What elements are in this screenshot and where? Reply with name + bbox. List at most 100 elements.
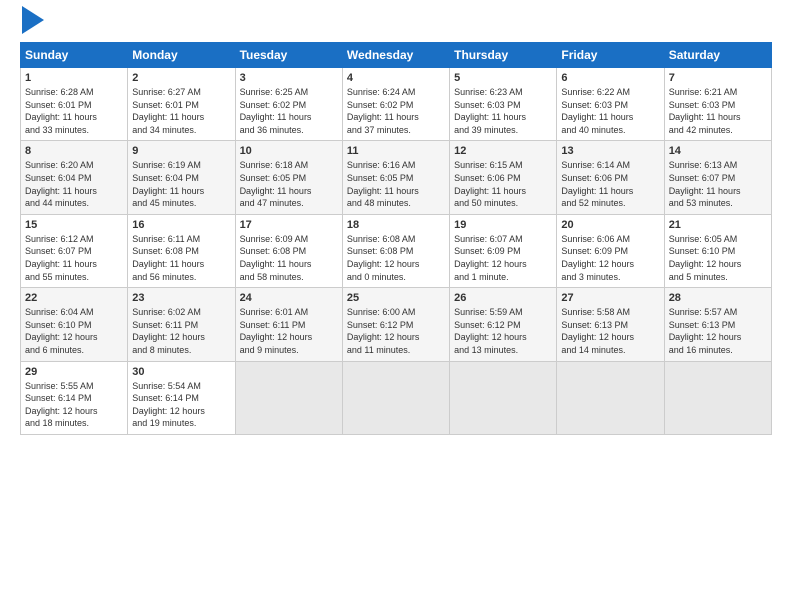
- calendar-header-row: Sunday Monday Tuesday Wednesday Thursday…: [21, 43, 772, 68]
- day-number: 27: [561, 292, 659, 304]
- logo: [20, 16, 44, 34]
- day-number: 3: [240, 72, 338, 84]
- col-wednesday: Wednesday: [342, 43, 449, 68]
- day-number: 28: [669, 292, 767, 304]
- day-info: Sunrise: 6:08 AMSunset: 6:08 PMDaylight:…: [347, 233, 445, 283]
- calendar-cell: 3 Sunrise: 6:25 AMSunset: 6:02 PMDaylight…: [235, 68, 342, 141]
- col-thursday: Thursday: [450, 43, 557, 68]
- day-info: Sunrise: 6:06 AMSunset: 6:09 PMDaylight:…: [561, 233, 659, 283]
- day-number: 18: [347, 219, 445, 231]
- calendar-cell: [235, 361, 342, 434]
- day-info: Sunrise: 6:28 AMSunset: 6:01 PMDaylight:…: [25, 86, 123, 136]
- day-info: Sunrise: 6:20 AMSunset: 6:04 PMDaylight:…: [25, 159, 123, 209]
- col-saturday: Saturday: [664, 43, 771, 68]
- calendar-cell: 16 Sunrise: 6:11 AMSunset: 6:08 PMDayligh…: [128, 214, 235, 287]
- day-info: Sunrise: 6:18 AMSunset: 6:05 PMDaylight:…: [240, 159, 338, 209]
- day-number: 24: [240, 292, 338, 304]
- calendar-cell: 11Sunrise: 6:16 AMSunset: 6:05 PMDayligh…: [342, 141, 449, 214]
- calendar-cell: [664, 361, 771, 434]
- day-number: 14: [669, 145, 767, 157]
- day-number: 30: [132, 366, 230, 378]
- calendar-cell: 21 Sunrise: 6:05 AMSunset: 6:10 PMDayligh…: [664, 214, 771, 287]
- day-info: Sunrise: 5:58 AMSunset: 6:13 PMDaylight:…: [561, 306, 659, 356]
- header: [20, 16, 772, 34]
- day-info: Sunrise: 6:15 AMSunset: 6:06 PMDaylight:…: [454, 159, 552, 209]
- col-monday: Monday: [128, 43, 235, 68]
- day-info: Sunrise: 5:57 AMSunset: 6:13 PMDaylight:…: [669, 306, 767, 356]
- day-number: 5: [454, 72, 552, 84]
- page: Sunday Monday Tuesday Wednesday Thursday…: [0, 0, 792, 612]
- day-number: 26: [454, 292, 552, 304]
- calendar: Sunday Monday Tuesday Wednesday Thursday…: [20, 42, 772, 435]
- calendar-cell: 13 Sunrise: 6:14 AMSunset: 6:06 PMDayligh…: [557, 141, 664, 214]
- calendar-cell: 15 Sunrise: 6:12 AMSunset: 6:07 PMDayligh…: [21, 214, 128, 287]
- calendar-cell: 28 Sunrise: 5:57 AMSunset: 6:13 PMDayligh…: [664, 288, 771, 361]
- day-info: Sunrise: 6:00 AMSunset: 6:12 PMDaylight:…: [347, 306, 445, 356]
- day-info: Sunrise: 5:55 AMSunset: 6:14 PMDaylight:…: [25, 380, 123, 430]
- day-number: 23: [132, 292, 230, 304]
- day-number: 2: [132, 72, 230, 84]
- day-number: 15: [25, 219, 123, 231]
- day-number: 6: [561, 72, 659, 84]
- day-number: 1: [25, 72, 123, 84]
- day-number: 10: [240, 145, 338, 157]
- calendar-cell: 18 Sunrise: 6:08 AMSunset: 6:08 PMDayligh…: [342, 214, 449, 287]
- day-info: Sunrise: 6:05 AMSunset: 6:10 PMDaylight:…: [669, 233, 767, 283]
- day-info: Sunrise: 6:14 AMSunset: 6:06 PMDaylight:…: [561, 159, 659, 209]
- calendar-cell: 17 Sunrise: 6:09 AMSunset: 6:08 PMDayligh…: [235, 214, 342, 287]
- day-number: 29: [25, 366, 123, 378]
- col-tuesday: Tuesday: [235, 43, 342, 68]
- calendar-cell: 26 Sunrise: 5:59 AMSunset: 6:12 PMDayligh…: [450, 288, 557, 361]
- calendar-week-5: 29 Sunrise: 5:55 AMSunset: 6:14 PMDayligh…: [21, 361, 772, 434]
- calendar-cell: 27 Sunrise: 5:58 AMSunset: 6:13 PMDayligh…: [557, 288, 664, 361]
- day-number: 4: [347, 72, 445, 84]
- calendar-cell: 30Sunrise: 5:54 AMSunset: 6:14 PMDayligh…: [128, 361, 235, 434]
- calendar-cell: [342, 361, 449, 434]
- calendar-cell: [450, 361, 557, 434]
- day-number: 22: [25, 292, 123, 304]
- col-friday: Friday: [557, 43, 664, 68]
- day-info: Sunrise: 6:27 AMSunset: 6:01 PMDaylight:…: [132, 86, 230, 136]
- calendar-cell: 25 Sunrise: 6:00 AMSunset: 6:12 PMDayligh…: [342, 288, 449, 361]
- day-info: Sunrise: 6:24 AMSunset: 6:02 PMDaylight:…: [347, 86, 445, 136]
- calendar-cell: 1 Sunrise: 6:28 AMSunset: 6:01 PMDaylight…: [21, 68, 128, 141]
- day-number: 21: [669, 219, 767, 231]
- day-info: Sunrise: 6:13 AMSunset: 6:07 PMDaylight:…: [669, 159, 767, 209]
- day-info: Sunrise: 6:16 AMSunset: 6:05 PMDaylight:…: [347, 159, 445, 209]
- day-info: Sunrise: 6:22 AMSunset: 6:03 PMDaylight:…: [561, 86, 659, 136]
- day-info: Sunrise: 6:25 AMSunset: 6:02 PMDaylight:…: [240, 86, 338, 136]
- day-number: 12: [454, 145, 552, 157]
- calendar-cell: 20 Sunrise: 6:06 AMSunset: 6:09 PMDayligh…: [557, 214, 664, 287]
- calendar-cell: 10 Sunrise: 6:18 AMSunset: 6:05 PMDayligh…: [235, 141, 342, 214]
- day-info: Sunrise: 6:02 AMSunset: 6:11 PMDaylight:…: [132, 306, 230, 356]
- calendar-week-2: 8 Sunrise: 6:20 AMSunset: 6:04 PMDaylight…: [21, 141, 772, 214]
- day-number: 20: [561, 219, 659, 231]
- day-info: Sunrise: 6:23 AMSunset: 6:03 PMDaylight:…: [454, 86, 552, 136]
- calendar-cell: 19 Sunrise: 6:07 AMSunset: 6:09 PMDayligh…: [450, 214, 557, 287]
- day-info: Sunrise: 5:59 AMSunset: 6:12 PMDaylight:…: [454, 306, 552, 356]
- calendar-cell: [557, 361, 664, 434]
- day-number: 16: [132, 219, 230, 231]
- day-number: 13: [561, 145, 659, 157]
- calendar-cell: 14 Sunrise: 6:13 AMSunset: 6:07 PMDayligh…: [664, 141, 771, 214]
- day-info: Sunrise: 6:07 AMSunset: 6:09 PMDaylight:…: [454, 233, 552, 283]
- day-number: 8: [25, 145, 123, 157]
- calendar-cell: 5 Sunrise: 6:23 AMSunset: 6:03 PMDaylight…: [450, 68, 557, 141]
- calendar-week-3: 15 Sunrise: 6:12 AMSunset: 6:07 PMDayligh…: [21, 214, 772, 287]
- calendar-cell: 24Sunrise: 6:01 AMSunset: 6:11 PMDayligh…: [235, 288, 342, 361]
- calendar-cell: 4 Sunrise: 6:24 AMSunset: 6:02 PMDaylight…: [342, 68, 449, 141]
- day-number: 9: [132, 145, 230, 157]
- day-info: Sunrise: 6:21 AMSunset: 6:03 PMDaylight:…: [669, 86, 767, 136]
- logo-icon: [22, 6, 44, 34]
- day-info: Sunrise: 6:12 AMSunset: 6:07 PMDaylight:…: [25, 233, 123, 283]
- col-sunday: Sunday: [21, 43, 128, 68]
- day-number: 19: [454, 219, 552, 231]
- calendar-cell: 23 Sunrise: 6:02 AMSunset: 6:11 PMDayligh…: [128, 288, 235, 361]
- day-number: 17: [240, 219, 338, 231]
- calendar-cell: 29 Sunrise: 5:55 AMSunset: 6:14 PMDayligh…: [21, 361, 128, 434]
- day-info: Sunrise: 6:11 AMSunset: 6:08 PMDaylight:…: [132, 233, 230, 283]
- day-info: Sunrise: 6:09 AMSunset: 6:08 PMDaylight:…: [240, 233, 338, 283]
- day-number: 7: [669, 72, 767, 84]
- calendar-cell: 6 Sunrise: 6:22 AMSunset: 6:03 PMDaylight…: [557, 68, 664, 141]
- day-number: 25: [347, 292, 445, 304]
